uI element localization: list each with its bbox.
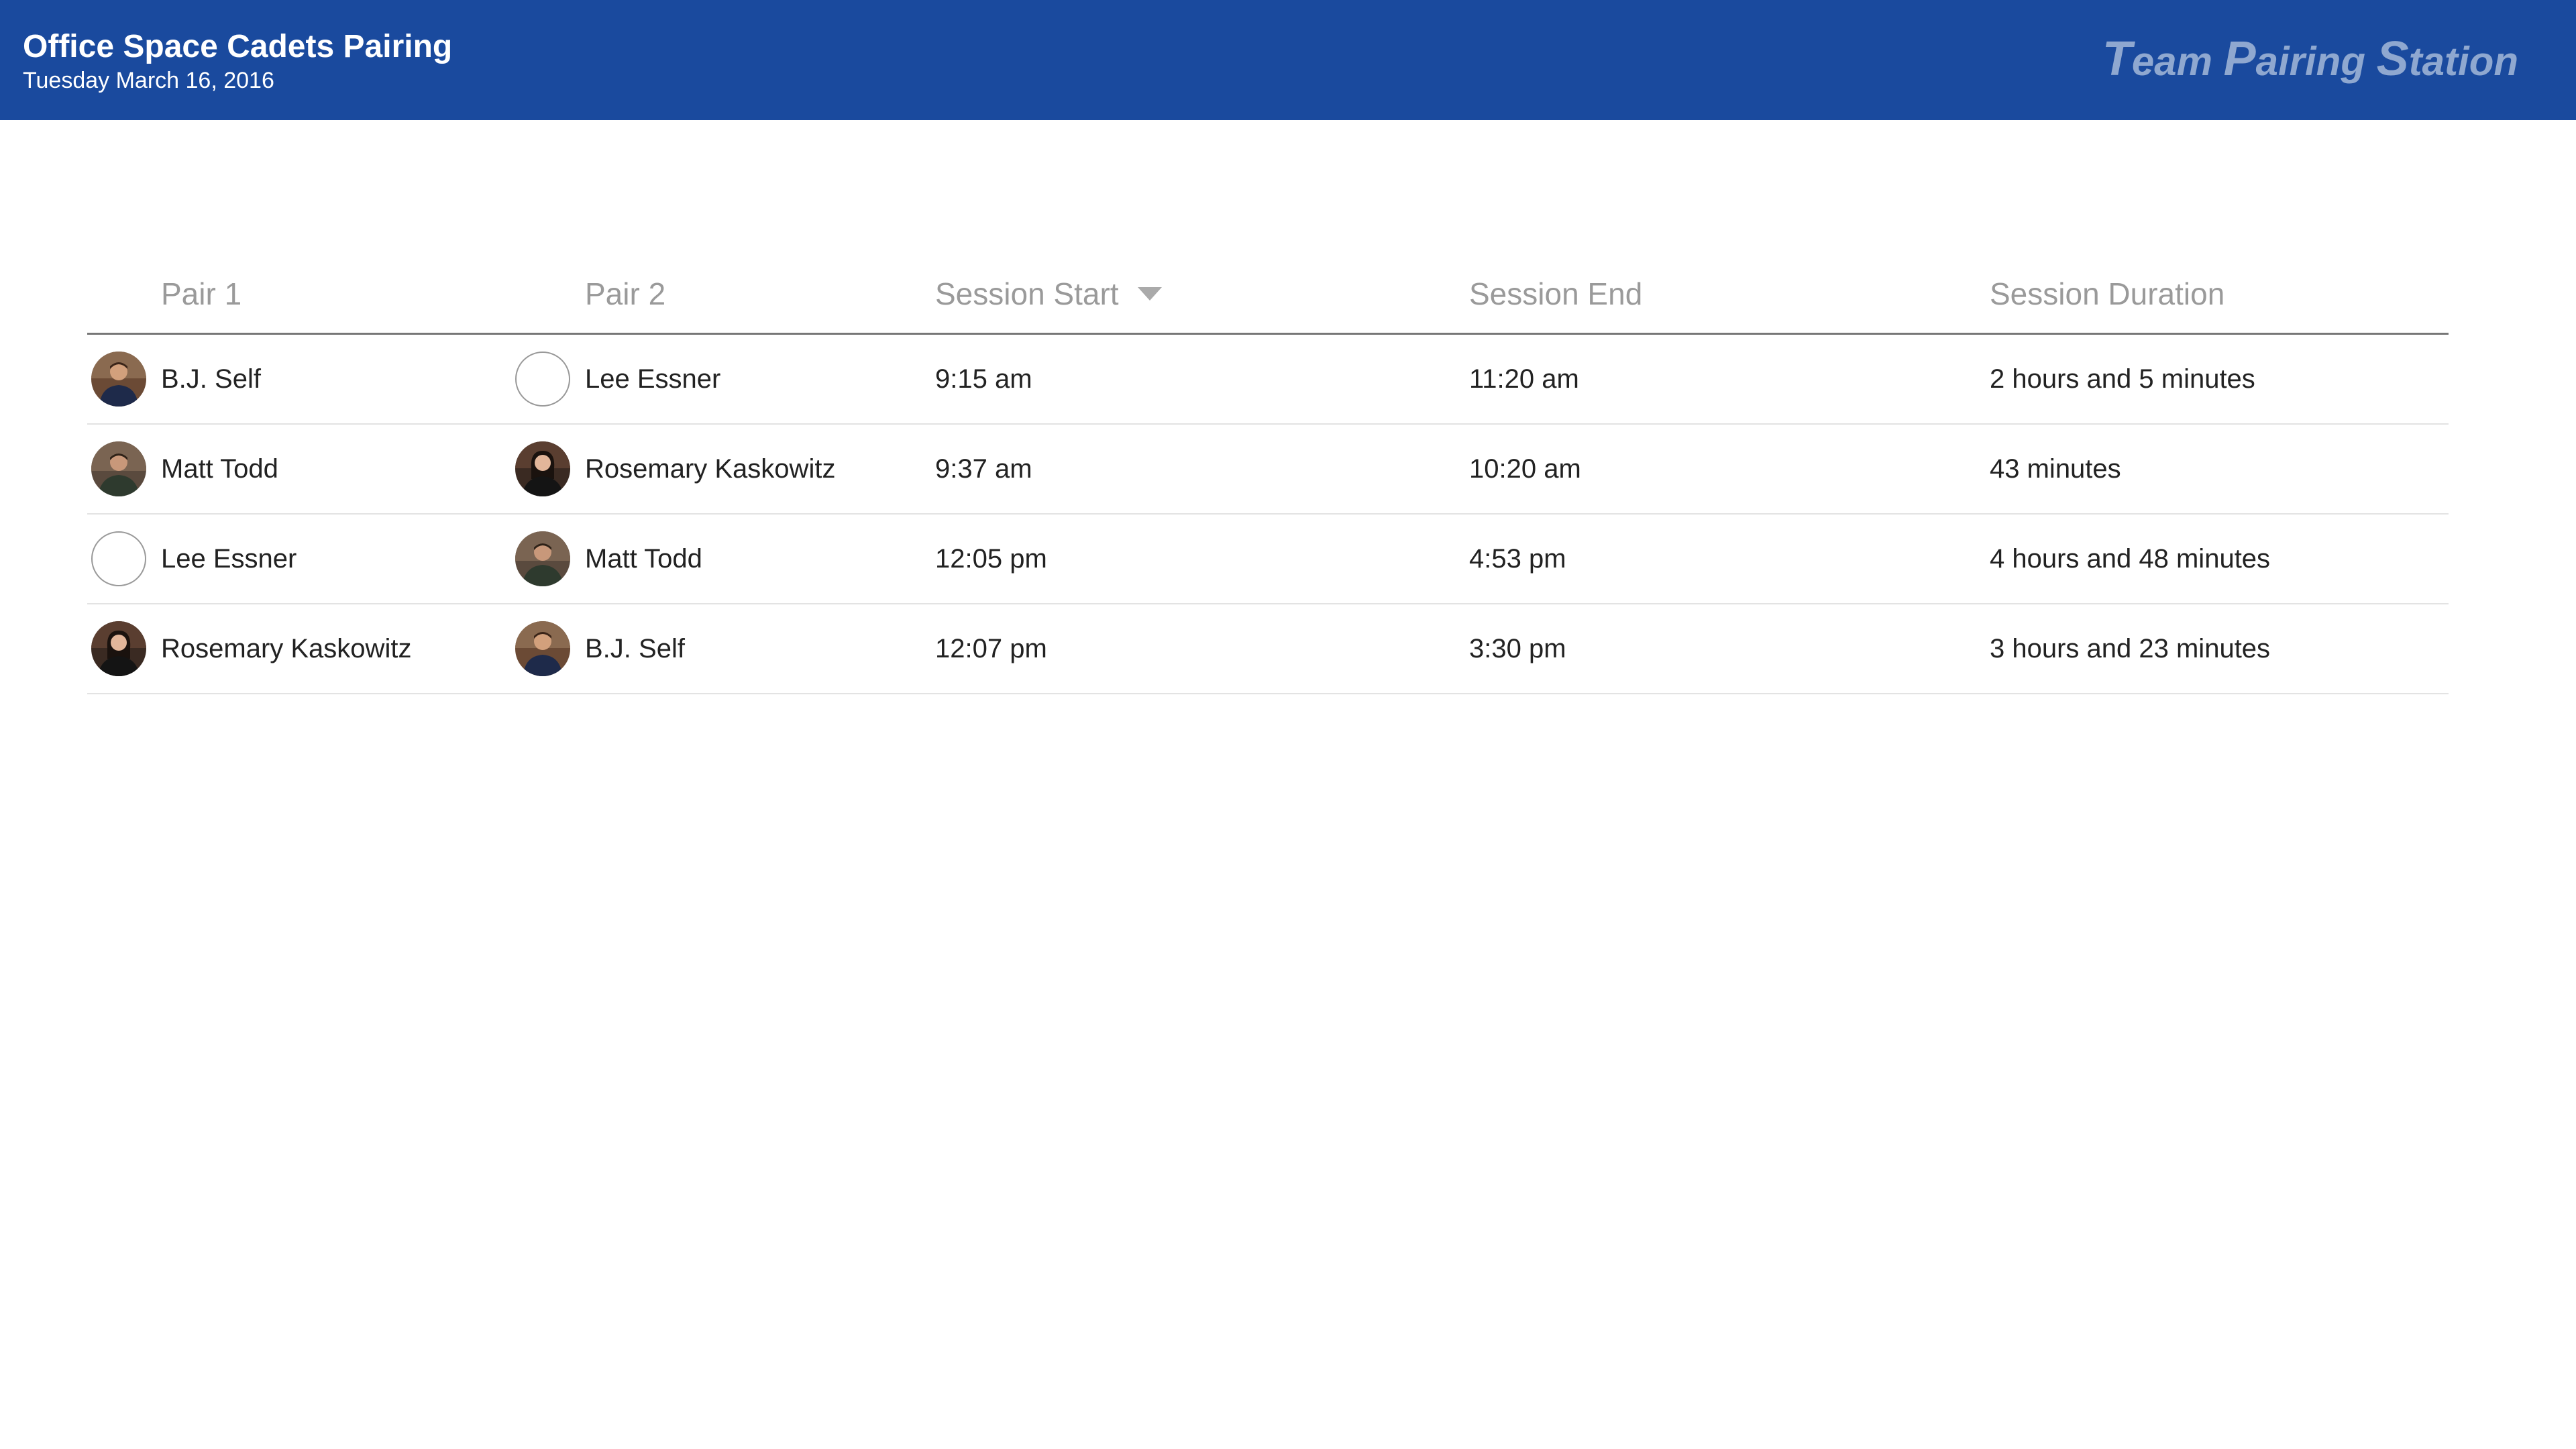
person-photo-icon	[515, 621, 570, 676]
session-end-cell: 10:20 am	[1469, 424, 1990, 515]
avatar	[91, 621, 146, 676]
person-chip[interactable]: Matt Todd	[87, 425, 511, 513]
person-photo-icon	[91, 441, 146, 496]
pairing-table-container: Pair 1 Pair 2 Session Start Session End …	[87, 255, 2449, 694]
column-header-label: Session Duration	[1990, 276, 2225, 311]
avatar	[515, 621, 570, 676]
session-start-cell: 12:05 pm	[935, 514, 1469, 604]
column-header-session-start[interactable]: Session Start	[935, 255, 1469, 335]
session-duration-cell: 4 hours and 48 minutes	[1990, 514, 2449, 604]
pair2-cell: Lee Essner	[511, 333, 935, 425]
person-chip[interactable]: Rosemary Kaskowitz	[87, 604, 511, 693]
pairing-table: Pair 1 Pair 2 Session Start Session End …	[87, 255, 2449, 694]
pair1-cell: Lee Essner	[87, 514, 511, 604]
table-row[interactable]: Rosemary Kaskowitz B.J. Self 12:07 pm 3:…	[87, 604, 2449, 694]
column-header-session-duration[interactable]: Session Duration	[1990, 255, 2449, 335]
brand-text: eam	[2131, 39, 2224, 84]
session-start-cell: 9:15 am	[935, 333, 1469, 425]
pair1-cell: Matt Todd	[87, 424, 511, 515]
app-header: Office Space Cadets Pairing Tuesday Marc…	[0, 0, 2576, 120]
avatar	[515, 531, 570, 586]
page-date: Tuesday March 16, 2016	[23, 68, 274, 93]
avatar-placeholder	[91, 531, 146, 586]
session-duration-cell: 2 hours and 5 minutes	[1990, 333, 2449, 425]
table-row[interactable]: Matt Todd Rosemary Kaskowitz 9:37 am 10:…	[87, 424, 2449, 515]
pair2-cell: Matt Todd	[511, 514, 935, 604]
column-header-label: Session Start	[935, 276, 1119, 311]
brand-letter: P	[2223, 32, 2256, 86]
avatar-placeholder	[515, 352, 570, 407]
pair2-cell: Rosemary Kaskowitz	[511, 424, 935, 515]
session-start-cell: 12:07 pm	[935, 604, 1469, 694]
person-photo-icon	[515, 441, 570, 496]
page-title: Office Space Cadets Pairing	[23, 29, 453, 64]
person-photo-icon	[91, 352, 146, 407]
person-chip[interactable]: Matt Todd	[511, 515, 935, 603]
brand-text: airing	[2255, 39, 2377, 84]
session-end-cell: 11:20 am	[1469, 333, 1990, 425]
column-header-label: Pair 1	[161, 276, 242, 311]
person-chip[interactable]: Rosemary Kaskowitz	[511, 425, 935, 513]
table-header-row: Pair 1 Pair 2 Session Start Session End …	[87, 255, 2449, 335]
brand-logo: Team Pairing Station	[2102, 32, 2518, 89]
sort-descending-icon[interactable]	[1137, 286, 1162, 301]
person-chip[interactable]: Lee Essner	[511, 335, 935, 423]
pair1-cell: Rosemary Kaskowitz	[87, 604, 511, 694]
session-end-cell: 3:30 pm	[1469, 604, 1990, 694]
table-row[interactable]: B.J. Self Lee Essner 9:15 am 11:20 am 2 …	[87, 333, 2449, 425]
person-photo-icon	[91, 621, 146, 676]
avatar	[91, 352, 146, 407]
session-end-cell: 4:53 pm	[1469, 514, 1990, 604]
column-header-pair2[interactable]: Pair 2	[511, 255, 935, 335]
table-header: Pair 1 Pair 2 Session Start Session End …	[87, 255, 2449, 335]
table-body: B.J. Self Lee Essner 9:15 am 11:20 am 2 …	[87, 333, 2449, 694]
session-duration-cell: 3 hours and 23 minutes	[1990, 604, 2449, 694]
brand-letter: T	[2102, 32, 2132, 86]
brand-letter: S	[2376, 32, 2409, 86]
column-header-label: Session End	[1469, 276, 1643, 311]
person-chip[interactable]: B.J. Self	[511, 604, 935, 693]
person-chip[interactable]: Lee Essner	[87, 515, 511, 603]
avatar	[515, 441, 570, 496]
brand-text: tation	[2408, 39, 2518, 84]
column-header-pair1[interactable]: Pair 1	[87, 255, 511, 335]
column-header-label: Pair 2	[585, 276, 666, 311]
pair1-cell: B.J. Self	[87, 333, 511, 425]
pair2-cell: B.J. Self	[511, 604, 935, 694]
person-chip[interactable]: B.J. Self	[87, 335, 511, 423]
column-header-session-end[interactable]: Session End	[1469, 255, 1990, 335]
table-row[interactable]: Lee Essner Matt Todd 12:05 pm 4:53 pm 4 …	[87, 514, 2449, 604]
person-photo-icon	[515, 531, 570, 586]
avatar	[91, 441, 146, 496]
session-start-cell: 9:37 am	[935, 424, 1469, 515]
session-duration-cell: 43 minutes	[1990, 424, 2449, 515]
